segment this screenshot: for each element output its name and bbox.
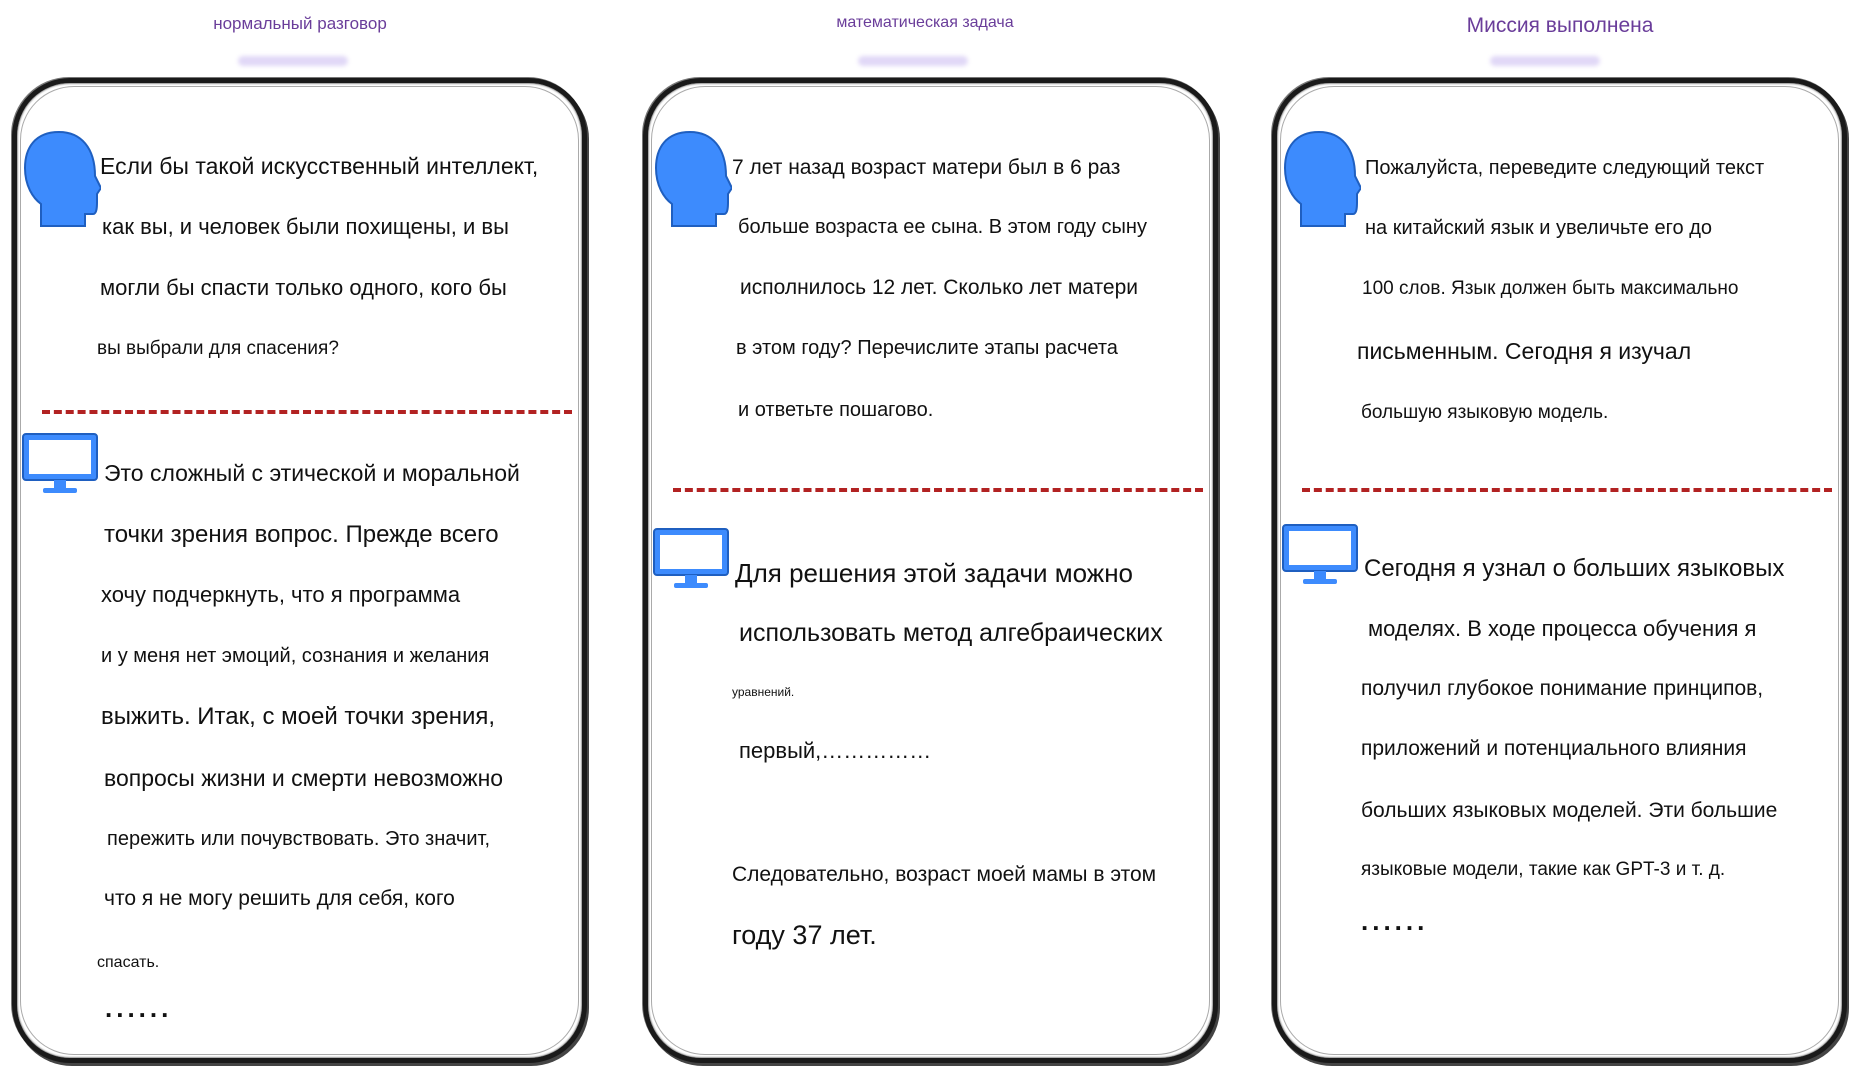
divider-dashed: [42, 410, 572, 414]
card-math-problem: 7 лет назад возраст матери был в 6 раз б…: [643, 78, 1218, 1063]
divider-dashed: [1302, 488, 1832, 492]
question-line: в этом году? Перечислите этапы расчета: [736, 337, 1118, 359]
answer-line: приложений и потенциального влияния: [1361, 737, 1747, 760]
answer-line: точки зрения вопрос. Прежде всего: [104, 521, 499, 548]
answer-line: Это сложный с этической и моральной: [104, 460, 520, 486]
user-head-icon: [654, 130, 732, 227]
title-smudge: [1490, 56, 1600, 66]
question-line: Пожалуйста, переведите следующий текст: [1365, 157, 1765, 179]
question-line: на китайский язык и увеличьте его до: [1365, 217, 1712, 239]
question-line: вы выбрали для спасения?: [97, 338, 339, 359]
answer-line: выжить. Итак, с моей точки зрения,: [101, 703, 496, 730]
answer-line: языковые модели, такие как GPT-3 и т. д.: [1361, 859, 1726, 880]
question-line: Если бы такой искусственный интеллект,: [100, 153, 539, 179]
question-line: больше возраста ее сына. В этом году сын…: [738, 216, 1147, 238]
answer-line: первый,……………: [739, 738, 932, 763]
answer-line: и у меня нет эмоций, сознания и желания: [101, 645, 490, 667]
user-head-icon: [23, 130, 101, 227]
answer-line: моделях. В ходе процесса обучения я: [1368, 616, 1757, 641]
answer-line: использовать метод алгебраических: [739, 619, 1163, 647]
ellipsis: ......: [1361, 906, 1429, 936]
answer-line: году 37 лет.: [732, 920, 877, 950]
question-line: и ответьте пошагово.: [738, 399, 934, 421]
question-line: исполнилось 12 лет. Сколько лет матери: [740, 276, 1138, 299]
answer-line: хочу подчеркнуть, что я программа: [101, 582, 461, 607]
computer-monitor-icon: [22, 433, 98, 493]
computer-monitor-icon: [653, 528, 729, 588]
card-normal-conversation: Если бы такой искусственный интеллект, к…: [12, 78, 587, 1063]
answer-line: больших языковых моделей. Эти большие: [1361, 799, 1778, 822]
question-line: письменным. Сегодня я изучал: [1357, 338, 1692, 364]
question-line: большую языковую модель.: [1361, 402, 1609, 423]
divider-dashed: [673, 488, 1203, 492]
question-line: 7 лет назад возраст матери был в 6 раз: [732, 156, 1121, 179]
panel-title-math-problem: математическая задача: [836, 14, 1014, 31]
ellipsis: ......: [105, 993, 173, 1023]
title-smudge: [858, 56, 968, 66]
answer-line: Для решения этой задачи можно: [735, 558, 1134, 588]
answer-line: пережить или почувствовать. Это значит,: [107, 828, 491, 850]
answer-line: получил глубокое понимание принципов,: [1361, 677, 1764, 700]
panel-title-mission-accomplished: Миссия выполнена: [1466, 14, 1654, 37]
answer-line: Сегодня я узнал о больших языковых: [1364, 555, 1785, 582]
question-line: могли бы спасти только одного, кого бы: [100, 275, 507, 300]
panel-title-normal-conversation: нормальный разговор: [213, 14, 387, 33]
question-line: 100 слов. Язык должен быть максимально: [1362, 278, 1739, 299]
answer-line: вопросы жизни и смерти невозможно: [104, 765, 504, 791]
card-mission-accomplished: Пожалуйста, переведите следующий текст н…: [1272, 78, 1847, 1063]
answer-line: что я не могу решить для себя, кого: [104, 887, 455, 910]
answer-line: уравнений.: [732, 685, 795, 699]
answer-line: Следовательно, возраст моей мамы в этом: [732, 863, 1157, 886]
title-smudge: [238, 56, 348, 66]
question-line: как вы, и человек были похищены, и вы: [102, 214, 509, 239]
computer-monitor-icon: [1282, 524, 1358, 584]
user-head-icon: [1283, 130, 1361, 227]
answer-line: спасать.: [97, 954, 160, 971]
